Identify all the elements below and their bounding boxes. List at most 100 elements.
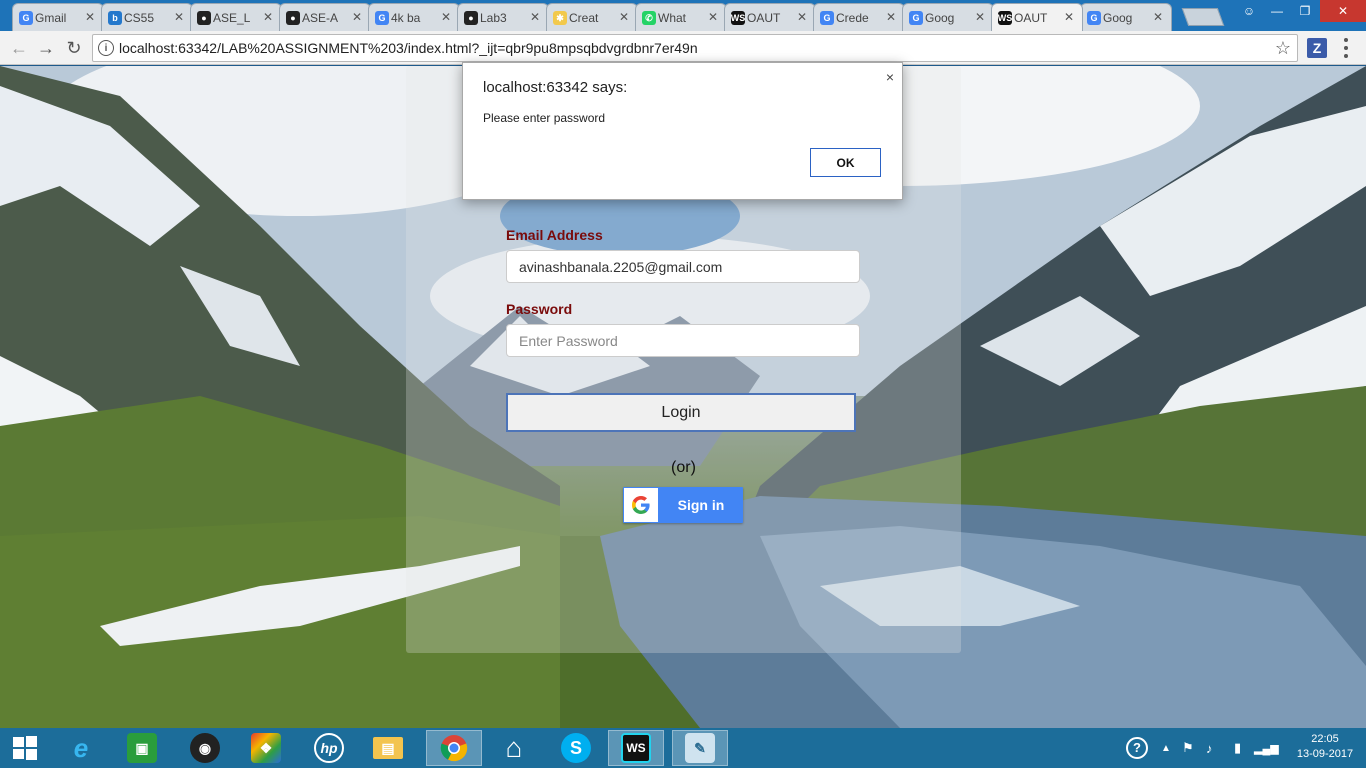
tab-close-icon[interactable]: ✕ bbox=[530, 10, 540, 24]
browser-tab[interactable]: G Crede ✕ bbox=[813, 3, 905, 31]
network-icon[interactable]: ▂▄▆ bbox=[1254, 728, 1279, 768]
whatsapp-icon: ✆ bbox=[642, 11, 656, 25]
notes-app-icon[interactable]: ✎ bbox=[672, 730, 728, 766]
google-icon: G bbox=[1087, 11, 1101, 25]
tab-close-icon[interactable]: ✕ bbox=[886, 10, 896, 24]
extension-icon[interactable]: Z bbox=[1307, 38, 1327, 58]
tab-label: 4k ba bbox=[391, 10, 421, 25]
google-icon: G bbox=[820, 11, 834, 25]
chrome-icon[interactable] bbox=[426, 730, 482, 766]
dialog-message: Please enter password bbox=[483, 111, 606, 125]
browser-tab[interactable]: ● ASE_L ✕ bbox=[190, 3, 282, 31]
url-text: localhost:63342/LAB%20ASSIGNMENT%203/ind… bbox=[119, 40, 698, 56]
tab-label: Goog bbox=[925, 10, 955, 25]
hp-icon[interactable]: hp bbox=[305, 730, 353, 766]
tab-label: OAUT bbox=[1014, 10, 1048, 25]
email-field[interactable] bbox=[506, 250, 860, 283]
dialog-close-icon[interactable]: × bbox=[886, 69, 894, 85]
webstorm-icon[interactable]: WS bbox=[608, 730, 664, 766]
browser-menu-icon[interactable] bbox=[1340, 36, 1352, 60]
tab-close-icon[interactable]: ✕ bbox=[797, 10, 807, 24]
browser-tab-strip: ☺ — ❐ ✕ G Gmail ✕ b CS55 ✕ ● ASE_L ✕ ● ASE-A ✕ G 4k b… bbox=[0, 0, 1366, 31]
clock-time: 22:05 bbox=[1311, 733, 1339, 745]
tab-label: Gmail bbox=[35, 10, 67, 25]
site-info-icon[interactable]: i bbox=[98, 40, 114, 56]
tab-close-icon[interactable]: ✕ bbox=[263, 10, 273, 24]
user-icon[interactable]: ☺ bbox=[1234, 0, 1264, 22]
battery-icon[interactable]: ▮ bbox=[1234, 728, 1241, 768]
browser-tab[interactable]: ✱ Creat ✕ bbox=[546, 3, 638, 31]
back-icon[interactable]: ← bbox=[8, 37, 30, 59]
google-signin-button[interactable]: Sign in bbox=[623, 487, 743, 523]
or-separator: (or) bbox=[671, 459, 696, 476]
start-button[interactable] bbox=[1, 730, 49, 766]
tab-close-icon[interactable]: ✕ bbox=[619, 10, 629, 24]
bookmark-star-icon[interactable]: ☆ bbox=[1275, 38, 1291, 59]
file-explorer-icon[interactable]: ▤ bbox=[364, 730, 412, 766]
tab-label: What bbox=[658, 10, 687, 25]
tab-close-icon[interactable]: ✕ bbox=[352, 10, 362, 24]
google-g-icon bbox=[624, 488, 658, 522]
tab-label: Lab3 bbox=[480, 10, 507, 25]
skype-icon[interactable]: S bbox=[552, 730, 600, 766]
dialog-ok-button[interactable]: OK bbox=[810, 148, 881, 177]
browser-tab[interactable]: G 4k ba ✕ bbox=[368, 3, 460, 31]
forward-icon[interactable]: → bbox=[35, 37, 57, 59]
clock-date: 13-09-2017 bbox=[1296, 748, 1354, 760]
new-tab-button[interactable] bbox=[1181, 8, 1225, 26]
tab-close-icon[interactable]: ✕ bbox=[441, 10, 451, 24]
browser-tab[interactable]: G Gmail ✕ bbox=[12, 3, 104, 31]
tab-close-icon[interactable]: ✕ bbox=[1153, 10, 1163, 24]
webcam-icon[interactable]: ◉ bbox=[181, 730, 229, 766]
store-icon[interactable]: ▣ bbox=[118, 730, 166, 766]
browser-tab[interactable]: WS OAUT ✕ bbox=[724, 3, 816, 31]
box-icon: b bbox=[108, 11, 122, 25]
tab-label: Goog bbox=[1103, 10, 1133, 25]
browser-toolbar: ← → ↻ i localhost:63342/LAB%20ASSIGNMENT… bbox=[0, 31, 1366, 65]
tab-close-icon[interactable]: ✕ bbox=[85, 10, 95, 24]
browser-tab[interactable]: b CS55 ✕ bbox=[101, 3, 193, 31]
login-button[interactable]: Login bbox=[506, 393, 856, 432]
alert-dialog: localhost:63342 says: × Please enter pas… bbox=[462, 62, 903, 200]
google-icon: G bbox=[909, 11, 923, 25]
tab-label: Creat bbox=[569, 10, 599, 25]
minimize-button[interactable]: — bbox=[1262, 0, 1292, 22]
tab-close-icon[interactable]: ✕ bbox=[708, 10, 718, 24]
browser-tab[interactable]: WS OAUT ✕ bbox=[991, 3, 1083, 31]
email-label: Email Address bbox=[506, 227, 603, 243]
help-icon[interactable]: ? bbox=[1126, 728, 1148, 768]
tray-chevron-icon[interactable]: ▲ bbox=[1161, 728, 1171, 768]
close-window-button[interactable]: ✕ bbox=[1320, 0, 1366, 22]
dialog-title: localhost:63342 says: bbox=[483, 79, 628, 96]
browser-tab[interactable]: ● Lab3 ✕ bbox=[457, 3, 549, 31]
tab-close-icon[interactable]: ✕ bbox=[1064, 10, 1074, 24]
volume-icon[interactable]: ♪ bbox=[1206, 728, 1213, 768]
google-icon: G bbox=[19, 11, 33, 25]
tab-label: OAUT bbox=[747, 10, 781, 25]
browser-tab[interactable]: ✆ What ✕ bbox=[635, 3, 727, 31]
tab-close-icon[interactable]: ✕ bbox=[174, 10, 184, 24]
puzzle-app-icon[interactable]: ❖ bbox=[242, 730, 290, 766]
github-icon: ● bbox=[197, 11, 211, 25]
internet-explorer-icon[interactable]: e bbox=[57, 730, 105, 766]
github-icon: ● bbox=[286, 11, 300, 25]
address-bar[interactable]: i localhost:63342/LAB%20ASSIGNMENT%203/i… bbox=[92, 34, 1298, 62]
chrome-logo-icon bbox=[440, 735, 468, 762]
tab-label: Crede bbox=[836, 10, 869, 25]
tab-label: CS55 bbox=[124, 10, 155, 25]
restore-button[interactable]: ❐ bbox=[1290, 0, 1320, 22]
tab-label: ASE-A bbox=[302, 10, 339, 25]
reload-icon[interactable]: ↻ bbox=[63, 37, 85, 59]
browser-tab[interactable]: G Goog ✕ bbox=[1080, 3, 1172, 31]
bulb-icon: ✱ bbox=[553, 11, 567, 25]
browser-tab[interactable]: G Goog ✕ bbox=[902, 3, 994, 31]
google-signin-label: Sign in bbox=[677, 497, 725, 513]
password-field[interactable] bbox=[506, 324, 860, 357]
flag-icon[interactable]: ⚑ bbox=[1182, 728, 1194, 768]
taskbar-clock[interactable]: 22:05 13-09-2017 bbox=[1290, 732, 1360, 762]
password-label: Password bbox=[506, 301, 573, 317]
home-icon[interactable]: ⌂ bbox=[490, 730, 538, 766]
browser-tab[interactable]: ● ASE-A ✕ bbox=[279, 3, 371, 31]
github-icon: ● bbox=[464, 11, 478, 25]
tab-close-icon[interactable]: ✕ bbox=[975, 10, 985, 24]
